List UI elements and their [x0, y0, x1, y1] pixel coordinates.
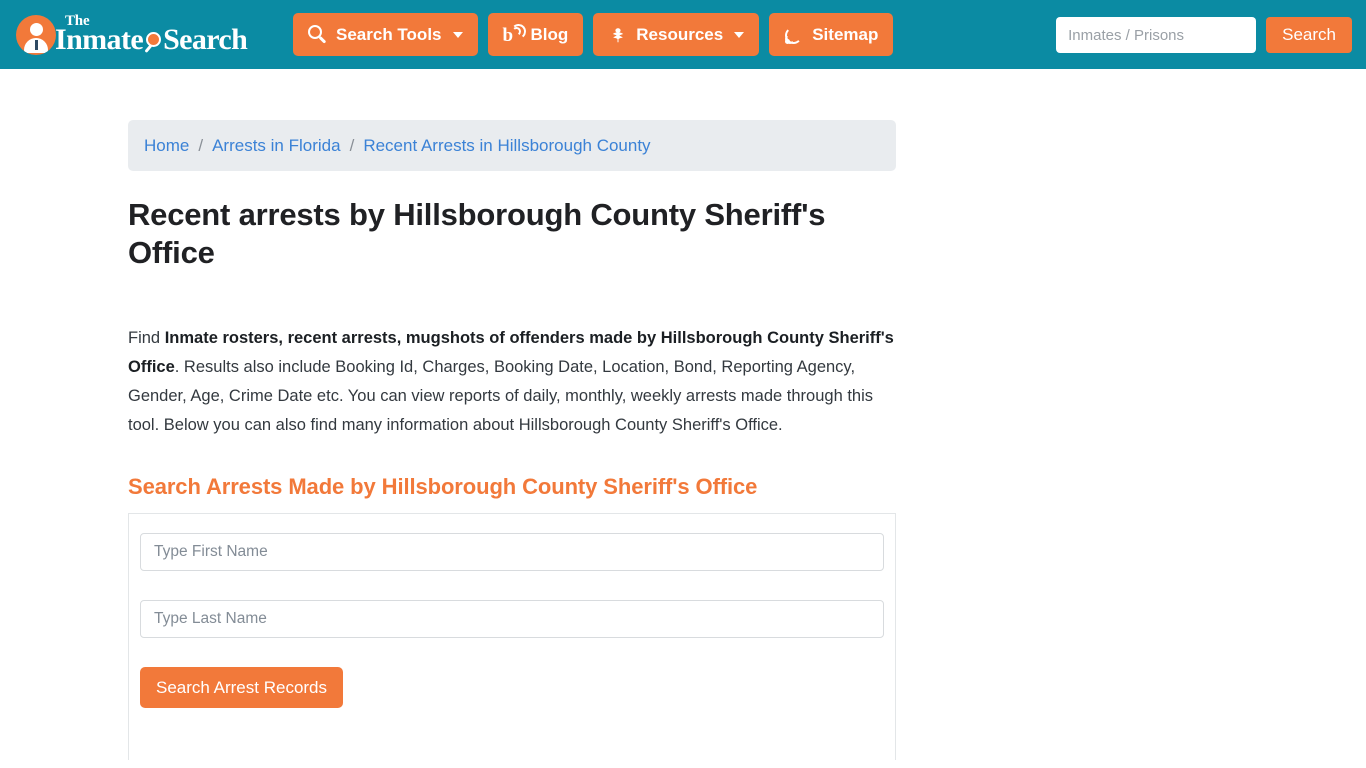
page-body: Home / Arrests in Florida / Recent Arres… — [0, 69, 1366, 760]
page-title: Recent arrests by Hillsborough County Sh… — [128, 197, 826, 270]
intro-rest: . Results also include Booking Id, Charg… — [128, 358, 874, 434]
primary-nav: Search Tools b Blog Resources Sitemap — [293, 13, 894, 56]
breadcrumb-separator: / — [349, 135, 355, 155]
intro-lead: Find — [128, 329, 165, 347]
header-search-button[interactable]: Search — [1266, 17, 1352, 53]
breadcrumb: Home / Arrests in Florida / Recent Arres… — [128, 120, 896, 171]
nav-resources-button[interactable]: Resources — [593, 13, 760, 56]
breadcrumb-item-arrests-in-florida[interactable]: Arrests in Florida — [212, 136, 340, 156]
search-tools-icon — [308, 24, 328, 45]
section-title: Search Arrests Made by Hillsborough Coun… — [128, 474, 758, 499]
site-logo[interactable]: The Inmate Search — [16, 14, 248, 56]
chevron-down-icon — [734, 31, 745, 38]
logo-main: Inmate Search — [55, 23, 248, 56]
last-name-input[interactable] — [140, 600, 884, 638]
search-arrest-records-button[interactable]: Search Arrest Records — [140, 667, 344, 708]
breadcrumb-separator: / — [198, 135, 204, 155]
nav-search-tools-label: Search Tools — [336, 24, 442, 44]
header-search-input[interactable] — [1056, 17, 1257, 53]
nav-sitemap-label: Sitemap — [812, 24, 879, 44]
nav-sitemap-button[interactable]: Sitemap — [769, 13, 894, 56]
arrest-search-form: Search Arrest Records — [128, 513, 896, 760]
breadcrumb-item-home[interactable]: Home — [144, 136, 189, 156]
breadcrumb-item-current[interactable]: Recent Arrests in Hillsborough County — [363, 136, 650, 156]
header-search: Search — [1056, 17, 1352, 53]
rss-icon — [784, 25, 804, 45]
content-container: Home / Arrests in Florida / Recent Arres… — [128, 120, 896, 760]
magnifier-icon — [143, 32, 163, 53]
person-avatar-icon — [16, 15, 56, 55]
nav-resources-label: Resources — [636, 24, 724, 44]
leaf-icon — [608, 25, 628, 45]
site-header: The Inmate Search Search Tools b Blog Re… — [0, 0, 1366, 69]
intro-paragraph: Find Inmate rosters, recent arrests, mug… — [128, 324, 896, 440]
nav-search-tools-button[interactable]: Search Tools — [293, 13, 478, 56]
chevron-down-icon — [452, 31, 463, 38]
nav-blog-label: Blog — [530, 24, 569, 44]
logo-inmate: Inmate — [55, 23, 144, 56]
blog-icon: b — [503, 22, 527, 45]
first-name-input[interactable] — [140, 533, 884, 571]
logo-search: Search — [163, 23, 248, 56]
nav-blog-button[interactable]: b Blog — [487, 13, 584, 56]
